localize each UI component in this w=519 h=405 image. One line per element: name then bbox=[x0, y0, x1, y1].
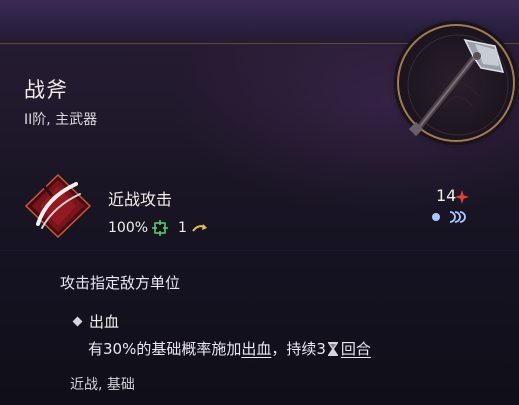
bullet-icon bbox=[72, 316, 83, 327]
skill-name: 近战攻击 bbox=[108, 190, 173, 209]
battle-axe-icon bbox=[407, 34, 509, 137]
cost-value: 14 bbox=[436, 186, 457, 205]
bleed-status-link[interactable]: 出血 bbox=[241, 338, 271, 359]
skill-description: 攻击指定敌方单位 bbox=[60, 274, 181, 292]
effect-title: 出血 bbox=[89, 313, 120, 331]
item-portrait bbox=[397, 24, 515, 142]
red-star-icon bbox=[455, 190, 469, 204]
item-title: 战斧 bbox=[24, 78, 68, 102]
effect-title-row: 出血 bbox=[72, 311, 120, 332]
moon-phase-icon bbox=[432, 211, 466, 223]
curved-arrow-icon bbox=[192, 224, 207, 232]
skill-tags: 近战, 基础 bbox=[70, 377, 135, 393]
effect-description: 有30%的基础概率施加 出血 ，持续3 回合 bbox=[88, 338, 371, 359]
section-divider bbox=[0, 250, 519, 251]
slash-attack-icon bbox=[24, 173, 92, 239]
turn-link[interactable]: 回合 bbox=[341, 338, 371, 359]
effect-text-middle: ，持续3 bbox=[271, 340, 326, 358]
effect-text-before: 有30%的基础概率施加 bbox=[88, 340, 242, 358]
skill-stats: 100% 1 bbox=[108, 218, 208, 238]
hourglass-icon bbox=[327, 341, 338, 356]
skill-icon[interactable] bbox=[24, 173, 92, 239]
range-value: 1 bbox=[178, 220, 187, 236]
target-reticle-icon bbox=[152, 220, 169, 236]
item-tooltip: 战斧 II阶, 主武器 近战攻击 100% 1 14 攻击指定敌方单位 出血 有… bbox=[0, 0, 519, 405]
item-subtitle: II阶, 主武器 bbox=[24, 112, 98, 128]
accuracy-value: 100% bbox=[108, 220, 149, 236]
